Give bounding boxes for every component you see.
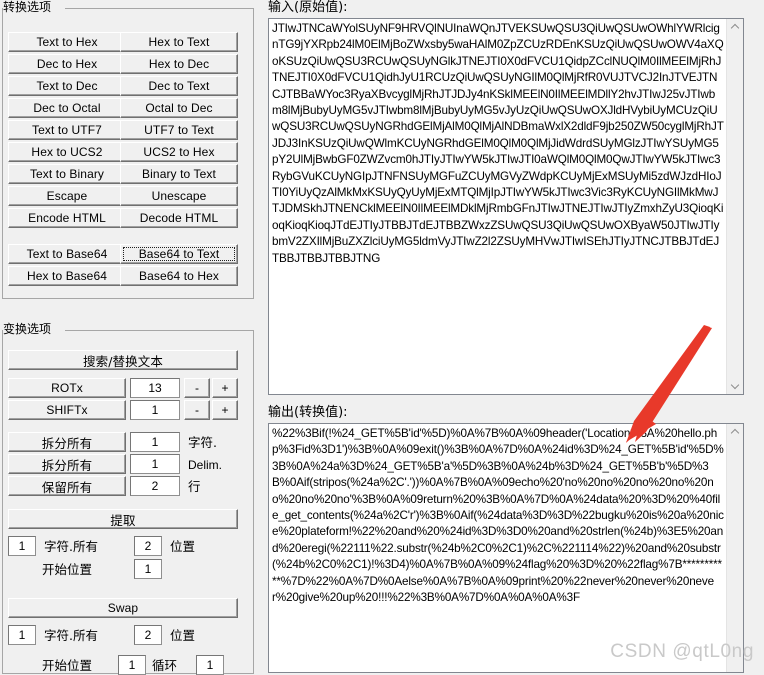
label-keep-lines-unit: 行 xyxy=(188,479,201,494)
label-split-delim-unit: Delim. xyxy=(188,458,223,472)
input-rotx-value[interactable]: 13 xyxy=(130,378,180,398)
button-text-to-binary[interactable]: Text to Binary xyxy=(8,164,126,184)
output-scroll-up-button[interactable] xyxy=(727,424,743,441)
button-octal-to-dec[interactable]: Octal to Dec xyxy=(120,98,238,118)
input-scrollbar-thumb[interactable] xyxy=(727,36,743,376)
button-shiftx-decrement[interactable]: - xyxy=(184,400,210,420)
group-border-line-2 xyxy=(65,330,253,331)
input-keep-lines-value[interactable]: 2 xyxy=(130,476,180,496)
button-binary-to-text[interactable]: Binary to Text xyxy=(120,164,238,184)
input-extract-count[interactable]: 1 xyxy=(8,536,36,556)
button-search-replace-text[interactable]: 搜索/替换文本 xyxy=(8,350,238,370)
button-rotx-decrement[interactable]: - xyxy=(184,378,210,398)
input-shiftx-value[interactable]: 1 xyxy=(130,400,180,420)
transform-options-title: 变换选项 xyxy=(3,322,54,336)
button-extract[interactable]: 提取 xyxy=(8,509,238,529)
label-split-chars-unit: 字符. xyxy=(188,435,217,450)
button-base64-to-text[interactable]: Base64 to Text xyxy=(120,244,238,264)
label-swap-pos: 位置 xyxy=(170,628,196,643)
button-base64-to-hex[interactable]: Base64 to Hex xyxy=(120,266,238,286)
chevron-up-icon xyxy=(731,23,740,32)
button-rotx-increment[interactable]: + xyxy=(212,378,238,398)
output-scrollbar-thumb[interactable] xyxy=(727,441,743,654)
button-ucs2-to-hex[interactable]: UCS2 to Hex xyxy=(120,142,238,162)
group-border-line xyxy=(65,8,253,9)
button-hex-to-text[interactable]: Hex to Text xyxy=(120,32,238,52)
input-split-delim-value[interactable]: 1 xyxy=(130,454,180,474)
button-rotx[interactable]: ROTx xyxy=(8,378,126,398)
input-swap-loop[interactable]: 1 xyxy=(196,655,224,675)
output-textarea[interactable]: %22%3Bif(!%24_GET%5B'id'%5D)%0A%7B%0A%09… xyxy=(268,423,744,673)
input-extract-start[interactable]: 1 xyxy=(134,559,162,579)
button-decode-html[interactable]: Decode HTML xyxy=(120,208,238,228)
input-scroll-up-button[interactable] xyxy=(727,19,743,36)
button-hex-to-dec[interactable]: Hex to Dec xyxy=(120,54,238,74)
button-dec-to-octal[interactable]: Dec to Octal xyxy=(8,98,126,118)
chevron-up-icon xyxy=(731,428,740,437)
button-text-to-hex[interactable]: Text to Hex xyxy=(8,32,126,52)
input-scrollbar[interactable] xyxy=(726,19,743,394)
label-extract-pos: 位置 xyxy=(170,539,196,554)
button-hex-to-ucs2[interactable]: Hex to UCS2 xyxy=(8,142,126,162)
label-extract-count: 字符.所有 xyxy=(44,539,98,554)
button-keep-all-lines[interactable]: 保留所有 xyxy=(8,476,126,496)
button-unescape[interactable]: Unescape xyxy=(120,186,238,206)
right-panel: 输入(原始值): JTIwJTNCaWYolSUyNF9HRVQlNUInaWQ… xyxy=(258,0,764,675)
input-textarea-content: JTIwJTNCaWYolSUyNF9HRVQlNUInaWQnJTVEKSUw… xyxy=(272,22,724,265)
left-panel: 转换选项 Text to Hex Hex to Text Dec to Hex … xyxy=(0,0,258,675)
button-split-all-chars[interactable]: 拆分所有 xyxy=(8,432,126,452)
chevron-down-icon xyxy=(731,381,740,390)
input-textarea[interactable]: JTIwJTNCaWYolSUyNF9HRVQlNUInaWQnJTVEKSUw… xyxy=(268,18,744,395)
input-panel-label: 输入(原始值): xyxy=(268,0,348,15)
button-dec-to-hex[interactable]: Dec to Hex xyxy=(8,54,126,74)
button-encode-html[interactable]: Encode HTML xyxy=(8,208,126,228)
button-utf7-to-text[interactable]: UTF7 to Text xyxy=(120,120,238,140)
label-swap-loop: 循环 xyxy=(152,658,178,673)
conversion-options-title: 转换选项 xyxy=(3,0,54,14)
button-shiftx-increment[interactable]: + xyxy=(212,400,238,420)
button-swap[interactable]: Swap xyxy=(8,598,238,618)
button-dec-to-text[interactable]: Dec to Text xyxy=(120,76,238,96)
button-text-to-utf7[interactable]: Text to UTF7 xyxy=(8,120,126,140)
label-extract-start: 开始位置 xyxy=(42,562,93,577)
output-panel-label: 输出(转换值): xyxy=(268,405,348,420)
button-text-to-base64[interactable]: Text to Base64 xyxy=(8,244,126,264)
label-swap-count: 字符.所有 xyxy=(44,628,98,643)
input-swap-count[interactable]: 1 xyxy=(8,625,36,645)
input-extract-pos[interactable]: 2 xyxy=(134,536,162,556)
output-scrollbar[interactable] xyxy=(726,424,743,672)
input-swap-start[interactable]: 1 xyxy=(118,655,146,675)
button-escape[interactable]: Escape xyxy=(8,186,126,206)
input-swap-pos[interactable]: 2 xyxy=(134,625,162,645)
button-hex-to-base64[interactable]: Hex to Base64 xyxy=(8,266,126,286)
watermark-text: CSDN @qtL0ng xyxy=(610,641,754,662)
app-window: 转换选项 Text to Hex Hex to Text Dec to Hex … xyxy=(0,0,764,675)
label-swap-start: 开始位置 xyxy=(42,658,93,673)
input-scroll-down-button[interactable] xyxy=(727,377,743,394)
button-split-all-delim[interactable]: 拆分所有 xyxy=(8,454,126,474)
input-split-chars-value[interactable]: 1 xyxy=(130,432,180,452)
button-shiftx[interactable]: SHIFTx xyxy=(8,400,126,420)
button-text-to-dec[interactable]: Text to Dec xyxy=(8,76,126,96)
output-textarea-content: %22%3Bif(!%24_GET%5B'id'%5D)%0A%7B%0A%09… xyxy=(272,427,724,605)
